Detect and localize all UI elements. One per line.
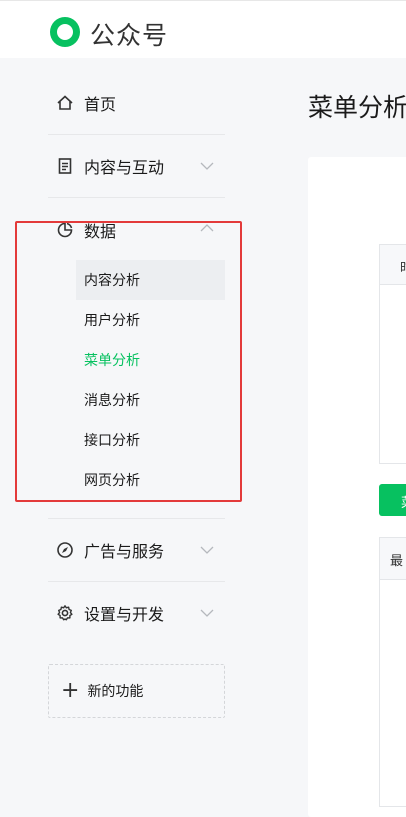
document-icon [56, 157, 74, 175]
chevron-down-icon[interactable] [200, 161, 214, 171]
sidebar-item-label: 首页 [84, 95, 117, 114]
compass-icon [56, 541, 74, 559]
primary-button[interactable]: 菜 [379, 484, 406, 516]
sidebar-item-home[interactable]: 首页 [56, 91, 116, 115]
chevron-down-icon[interactable] [200, 608, 214, 618]
plus-icon: + [61, 678, 80, 703]
divider [48, 134, 225, 135]
highlight-box [15, 221, 242, 502]
divider [48, 197, 225, 198]
divider [48, 518, 225, 519]
page-title: 菜单分析 [308, 93, 406, 122]
brand-name[interactable]: 公众号 [90, 16, 168, 52]
data-table-2: 最 [379, 537, 406, 807]
table-header: 时 [380, 245, 406, 285]
sidebar-item-label: 设置与开发 [84, 605, 165, 624]
sidebar-item-ads[interactable]: 广告与服务 [56, 538, 164, 562]
gear-icon [56, 604, 74, 622]
sidebar-item-label: 广告与服务 [84, 542, 165, 561]
sidebar-item-label: 内容与互动 [84, 158, 165, 177]
divider [48, 581, 225, 582]
sidebar-item-settings[interactable]: 设置与开发 [56, 601, 164, 625]
table-header: 最 [380, 538, 406, 580]
new-feature-label: 新的功能 [87, 684, 144, 700]
sidebar-item-content[interactable]: 内容与互动 [56, 154, 164, 178]
top-bar: 公众号 [0, 0, 406, 58]
chevron-down-icon[interactable] [200, 545, 214, 555]
logo-icon[interactable] [47, 14, 83, 50]
data-table-1: 时 [379, 244, 406, 464]
home-icon [56, 94, 74, 112]
new-feature-button[interactable]: + 新的功能 [48, 664, 225, 718]
